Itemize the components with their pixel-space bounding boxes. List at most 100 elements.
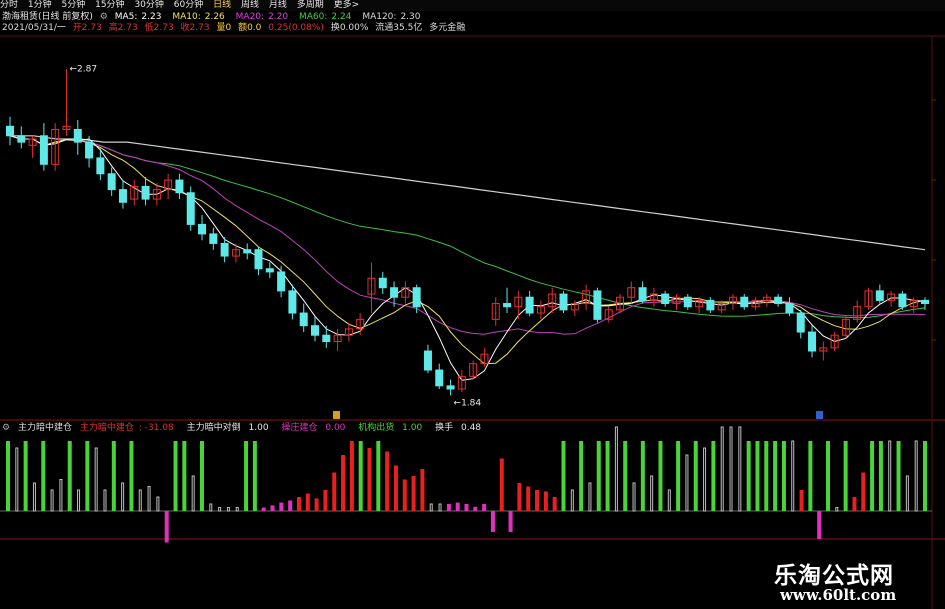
indicator-bar (147, 486, 151, 512)
indicator-bar (173, 441, 178, 511)
candle-body (796, 312, 805, 333)
indicator-bar (729, 426, 733, 512)
candle-body (683, 296, 692, 308)
indicator-bar (561, 441, 566, 511)
indicator-bar (781, 441, 786, 511)
event-marker (816, 411, 823, 419)
candle-body (96, 157, 105, 175)
indicator-bar (861, 472, 866, 511)
indicator-bar (693, 441, 698, 511)
indicator-v2: 主力暗中对倒 1.00 (186, 423, 269, 433)
indicator-bar (156, 496, 160, 512)
candle-body (17, 135, 26, 143)
kline-chart[interactable]: ←2.87 ←1.84 (0, 0, 945, 609)
candle-body (277, 271, 286, 292)
indicator-bar (438, 503, 442, 512)
indicator-bar (252, 441, 257, 511)
indicator-bar (121, 482, 125, 512)
indicator-bar (111, 441, 116, 511)
indicator-bar (588, 482, 592, 512)
indicator-bar (808, 441, 813, 511)
indicator-bar (296, 497, 301, 511)
candle-body (774, 296, 783, 305)
candle-body (706, 299, 715, 311)
candle-body (390, 287, 399, 298)
candle-body (118, 189, 127, 203)
indicator-bar (711, 441, 716, 511)
indicator-name: 主力暗中建仓 (17, 423, 72, 433)
indicator-bar (579, 441, 584, 511)
candle-body (322, 334, 331, 343)
indicator-bar (817, 511, 822, 539)
indicator-bar (235, 507, 239, 512)
indicator-bar (720, 426, 724, 512)
candle-body (785, 303, 794, 314)
indicator-bar (596, 441, 601, 511)
candle-body (593, 290, 602, 320)
indicator-settings-icon[interactable]: ⚙ (2, 423, 10, 433)
candle-body (299, 312, 308, 327)
indicator-bar (826, 441, 831, 511)
indicator-legend: ⚙ 主力暗中建仓 主力暗中建仓: -31.08 主力暗中对倒 1.00 操庄建仓… (2, 423, 491, 434)
candle-body (107, 173, 116, 191)
candle-body (198, 223, 207, 235)
candle-body (73, 128, 82, 143)
candle-body (638, 287, 647, 301)
indicator-bar (570, 489, 574, 512)
indicator-bar (279, 502, 284, 511)
indicator-bar (676, 441, 681, 511)
indicator-bar (288, 500, 293, 511)
candle-body (559, 293, 568, 311)
candle-body (5, 125, 15, 137)
indicator-bar (473, 506, 478, 511)
candle-body (446, 385, 455, 390)
indicator-bar (358, 441, 363, 511)
indicator-bar (746, 441, 751, 511)
indicator-bar (464, 504, 469, 511)
indicator-bar (411, 476, 416, 511)
candle-body (423, 350, 432, 371)
candle-body (220, 242, 229, 257)
indicator-bar (640, 441, 645, 511)
indicator-bar (878, 441, 883, 511)
candle-body (175, 179, 184, 194)
candle-body (661, 293, 670, 305)
candle-body (39, 135, 48, 165)
indicator-bar (446, 504, 451, 511)
candle-body (243, 249, 252, 254)
ma5-line (9, 135, 926, 381)
candle-body (85, 141, 94, 159)
indicator-bar (6, 441, 10, 511)
indicator-v3: 操庄建仓 0.00 (281, 423, 346, 433)
indicator-bar (103, 489, 107, 512)
indicator-bar (764, 441, 769, 511)
indicator-bar (843, 441, 848, 511)
indicator-bar (367, 448, 372, 511)
candle-body (288, 290, 297, 314)
candle-body (141, 185, 150, 200)
indicator-bar (226, 507, 230, 512)
indicator-bar (261, 507, 266, 511)
indicator-bar (244, 441, 249, 511)
indicator-bar (218, 507, 222, 512)
indicator-bar (738, 426, 742, 512)
indicator-bar (270, 505, 275, 511)
indicator-bar (376, 441, 381, 511)
indicator-bar (835, 507, 839, 512)
indicator-bar (182, 441, 187, 511)
indicator-bar (870, 441, 875, 511)
indicator-bar (852, 497, 857, 511)
indicator-bar (429, 503, 433, 512)
indicator-v1: 主力暗中建仓: -31.08 (79, 423, 174, 433)
indicator-bar (41, 441, 46, 511)
candle-body (378, 277, 387, 289)
indicator-bar (543, 491, 548, 511)
indicator-bar (305, 493, 310, 511)
candle-body (503, 303, 512, 308)
indicator-bar (349, 441, 354, 511)
indicator-bar (191, 475, 195, 512)
indicator-bar (67, 441, 72, 511)
candle-body (808, 331, 817, 352)
indicator-bar (85, 441, 90, 511)
indicator-bar (385, 451, 390, 511)
